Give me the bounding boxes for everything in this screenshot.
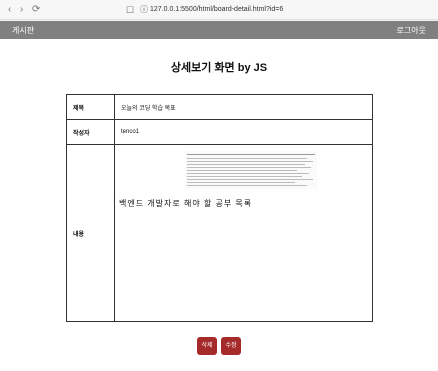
author-label: 작성자 xyxy=(66,119,115,145)
back-arrow-icon[interactable]: ‹ xyxy=(8,4,11,16)
site-info-icon[interactable]: ⓘ xyxy=(140,4,148,16)
delete-button[interactable]: 삭제 xyxy=(197,337,217,355)
address-bar[interactable]: 127.0.0.1:5500/html/board-detail.html?id… xyxy=(150,4,283,16)
title-label: 제목 xyxy=(66,94,115,120)
title-row: 제목 오늘의 코딩 학습 목표 xyxy=(66,94,373,120)
post-detail-table: 제목 오늘의 코딩 학습 목표 작성자 tenco1 내용 백엔드 개발자로 해… xyxy=(66,94,373,322)
bookmark-icon[interactable]: ☐ xyxy=(126,4,134,16)
board-link[interactable]: 게시판 xyxy=(12,25,34,36)
site-header: 게시판 로그아웃 xyxy=(0,21,438,39)
content-label: 내용 xyxy=(66,144,115,322)
browser-toolbar: ‹ › ⟳ ☐ ⓘ 127.0.0.1:5500/html/board-deta… xyxy=(0,0,438,20)
author-value: tenco1 xyxy=(114,119,373,145)
content-row: 내용 백엔드 개발자로 해야 할 공부 목록 xyxy=(66,144,373,322)
author-row: 작성자 tenco1 xyxy=(66,119,373,145)
edit-button[interactable]: 수정 xyxy=(221,337,241,355)
reload-icon[interactable]: ⟳ xyxy=(32,4,40,16)
logout-link[interactable]: 로그아웃 xyxy=(397,25,426,36)
main-content: 상세보기 화면 by JS 제목 오늘의 코딩 학습 목표 작성자 tenco1… xyxy=(0,39,438,371)
title-value: 오늘의 코딩 학습 목표 xyxy=(114,94,373,120)
page-title: 상세보기 화면 by JS xyxy=(170,62,268,74)
forward-arrow-icon[interactable]: › xyxy=(20,4,23,16)
content-text: 백엔드 개발자로 해야 할 공부 목록 xyxy=(119,199,253,208)
content-body: 백엔드 개발자로 해야 할 공부 목록 xyxy=(114,144,373,322)
embedded-screenshot-image xyxy=(185,151,317,189)
